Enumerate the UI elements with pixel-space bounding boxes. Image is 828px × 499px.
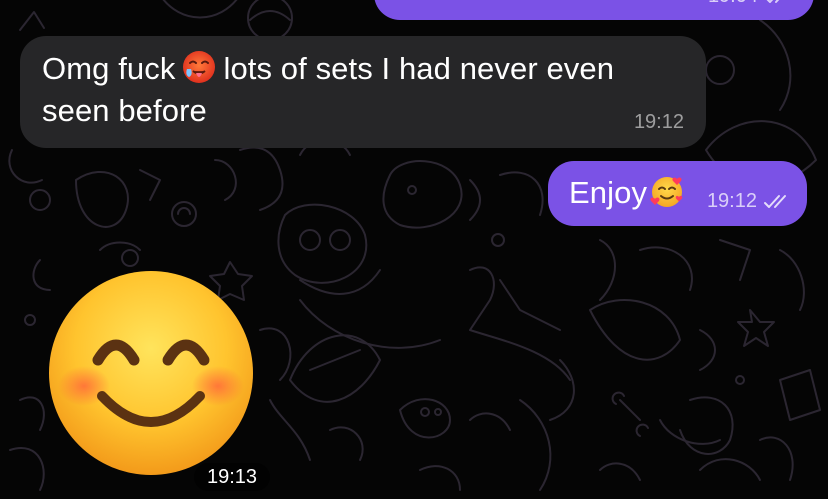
message-incoming[interactable]: Omg fuck lots of sets I had never even s… bbox=[20, 36, 706, 148]
message-meta: 19:04 bbox=[708, 0, 792, 8]
message-time: 19:04 bbox=[708, 0, 758, 8]
message-text-part1: Enjoy bbox=[569, 175, 648, 210]
message-outgoing[interactable]: 19:04 bbox=[374, 0, 814, 20]
smiling-face-with-hearts-emoji-icon bbox=[650, 177, 683, 207]
message-time: 19:12 bbox=[633, 111, 684, 133]
message-text-line2: seen before bbox=[42, 93, 207, 128]
message-time: 19:12 bbox=[706, 190, 757, 212]
message-outgoing[interactable]: Enjoy 19:12 bbox=[548, 161, 807, 226]
message-meta: 19:12 bbox=[634, 111, 684, 134]
double-check-icon bbox=[764, 194, 786, 208]
message-text: Omg fuck lots of sets I had never even s… bbox=[42, 48, 686, 132]
sticker-time-badge: 19:13 bbox=[194, 463, 270, 491]
message-text-part2: lots of sets I had never even bbox=[223, 51, 615, 86]
message-text-part1: Omg fuck bbox=[42, 51, 176, 86]
message-time: 19:13 bbox=[206, 465, 258, 488]
hot-face-emoji-icon bbox=[183, 51, 216, 83]
double-check-icon bbox=[767, 0, 779, 3]
message-meta: 19:12 bbox=[707, 190, 791, 213]
smiling-face-with-smiling-eyes-emoji-icon[interactable] bbox=[46, 268, 256, 478]
